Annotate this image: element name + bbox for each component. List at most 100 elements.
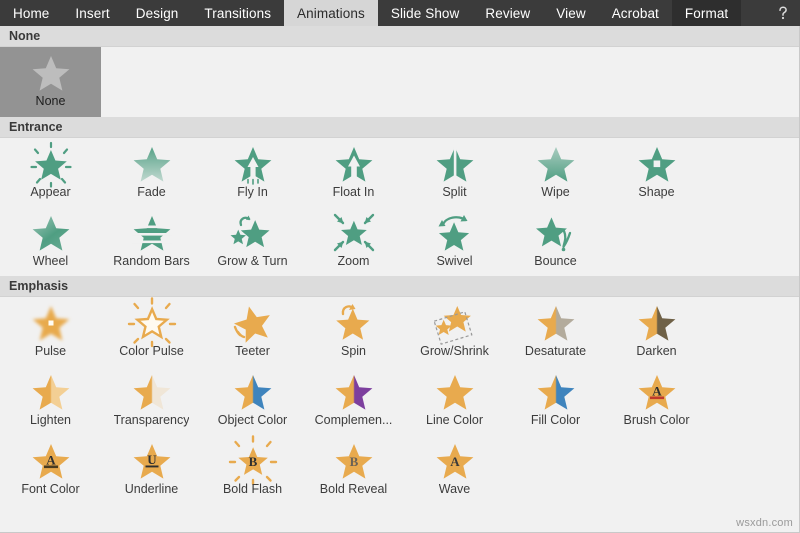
animation-tile-label: Wheel [32,254,69,268]
ribbon-tab-slide-show[interactable]: Slide Show [378,0,473,26]
animation-tile-label: Complemen... [314,413,393,427]
animation-tile-bold-flash[interactable]: B Bold Flash [202,435,303,504]
animation-tile-random-bars[interactable]: Random Bars [101,207,202,276]
animation-tile-line-color[interactable]: Line Color [404,366,505,435]
ribbon-tab-bar: Home Insert Design Transitions Animations Sli… [0,0,800,26]
section-header-emphasis: Emphasis [0,276,799,297]
animation-tile-label: Wipe [541,185,570,199]
animation-tile-bold-reveal[interactable]: B Bold Reveal [303,435,404,504]
animation-tile-label: Grow & Turn [217,254,288,268]
animation-tile-float-in[interactable]: Float In [303,138,404,207]
section-grid-entrance: Appear Fade Fly In Float In Split Wipe Shape Wh… [0,138,799,276]
animation-tile-wheel[interactable]: Wheel [0,207,101,276]
help-question-icon[interactable] [766,0,800,26]
animation-tile-object-color[interactable]: Object Color [202,366,303,435]
animation-tile-label: Object Color [217,413,288,427]
animation-tile-fly-in[interactable]: Fly In [202,138,303,207]
ribbon-tab-design[interactable]: Design [123,0,192,26]
star-none-icon [29,53,73,93]
ribbon-tab-transitions[interactable]: Transitions [191,0,284,26]
ribbon-tab-home[interactable]: Home [0,0,62,26]
animation-tile-none[interactable]: None [0,47,101,117]
star-object-color-icon [231,372,275,412]
animation-tile-label: Transparency [113,413,190,427]
star-shape-icon [635,144,679,184]
animation-tile-desaturate[interactable]: Desaturate [505,297,606,366]
star-spin-icon [332,303,376,343]
ribbon-tab-view[interactable]: View [543,0,598,26]
gallery-sections: None None Entrance Appear Fade Fly In Float In… [0,26,799,504]
animation-tile-grow-turn[interactable]: Grow & Turn [202,207,303,276]
animation-tile-label: Desaturate [524,344,587,358]
star-brush-color-icon: A [635,372,679,412]
animation-tile-label: Lighten [29,413,71,427]
animation-tile-lighten[interactable]: Lighten [0,366,101,435]
star-underline-icon: U [130,441,174,481]
animation-tile-label: Bold Flash [222,482,283,496]
animation-tile-label: Font Color [21,482,80,496]
animation-tile-bounce[interactable]: Bounce [505,207,606,276]
svg-text:B: B [349,454,358,469]
star-pulse-icon [29,303,73,343]
animation-tile-label: Teeter [235,344,270,358]
star-arrow-up-icon [231,144,275,185]
animation-tile-fade[interactable]: Fade [101,138,202,207]
star-zoom-icon [332,213,376,253]
animation-tile-label: Split [442,185,467,199]
ribbon-tab-insert[interactable]: Insert [62,0,122,26]
animation-tile-grow-shrink[interactable]: Grow/Shrink [404,297,505,366]
ribbon-tab-format[interactable]: Format [671,0,742,26]
ribbon-tab-review[interactable]: Review [472,0,543,26]
star-darken-icon [635,303,679,343]
ribbon-tab-acrobat[interactable]: Acrobat [599,0,672,26]
animation-tile-zoom[interactable]: Zoom [303,207,404,276]
star-wipe-icon [534,144,578,184]
star-swivel-icon [433,213,477,253]
animation-tile-label: Brush Color [623,413,690,427]
animation-tile-font-color[interactable]: A Font Color [0,435,101,504]
animation-tile-brush-color[interactable]: A Brush Color [606,366,707,435]
animation-tile-underline[interactable]: U Underline [101,435,202,504]
watermark: wsxdn.com [736,517,793,529]
star-transparency-icon [130,372,174,412]
star-split-icon [433,144,477,184]
star-complement-icon [332,372,376,412]
animation-tile-label: Underline [124,482,179,496]
animation-tile-label: Spin [340,344,367,358]
animation-tile-wipe[interactable]: Wipe [505,138,606,207]
svg-text:A: A [46,453,56,468]
animation-gallery-dropdown: None None Entrance Appear Fade Fly In Float In… [0,26,800,533]
animation-tile-complemen[interactable]: Complemen... [303,366,404,435]
animation-tile-spin[interactable]: Spin [303,297,404,366]
star-bold-flash-icon: B [228,435,277,486]
star-bold-reveal-icon: B [332,441,376,481]
svg-text:U: U [147,452,157,467]
animation-tile-darken[interactable]: Darken [606,297,707,366]
animation-tile-label: Fill Color [530,413,581,427]
animation-tile-appear[interactable]: Appear [0,138,101,207]
svg-text:A: A [450,454,460,469]
animation-tile-label: Grow/Shrink [420,344,489,358]
star-lighten-icon [29,372,73,412]
star-wave-icon: A [433,441,477,481]
animation-tile-shape[interactable]: Shape [606,138,707,207]
ribbon-tab-animations[interactable]: Animations [284,0,378,26]
star-font-color-icon: A [29,441,73,481]
animation-tile-fill-color[interactable]: Fill Color [505,366,606,435]
animation-tile-swivel[interactable]: Swivel [404,207,505,276]
animation-tile-transparency[interactable]: Transparency [101,366,202,435]
animation-tile-wave[interactable]: A Wave [404,435,505,504]
animation-tile-teeter[interactable]: Teeter [202,297,303,366]
animation-tile-label: Fade [137,185,166,199]
star-line-color-icon [433,372,477,412]
star-wheel-icon [29,213,73,253]
animation-tile-color-pulse[interactable]: Color Pulse [101,297,202,366]
star-burst-icon [29,141,73,188]
star-grow-shrink-icon [432,303,477,345]
star-float-arrow-icon [332,144,376,184]
star-fill-color-icon [534,372,578,412]
star-teeter-icon [231,303,275,343]
animation-tile-pulse[interactable]: Pulse [0,297,101,366]
svg-text:B: B [248,454,257,469]
animation-tile-split[interactable]: Split [404,138,505,207]
